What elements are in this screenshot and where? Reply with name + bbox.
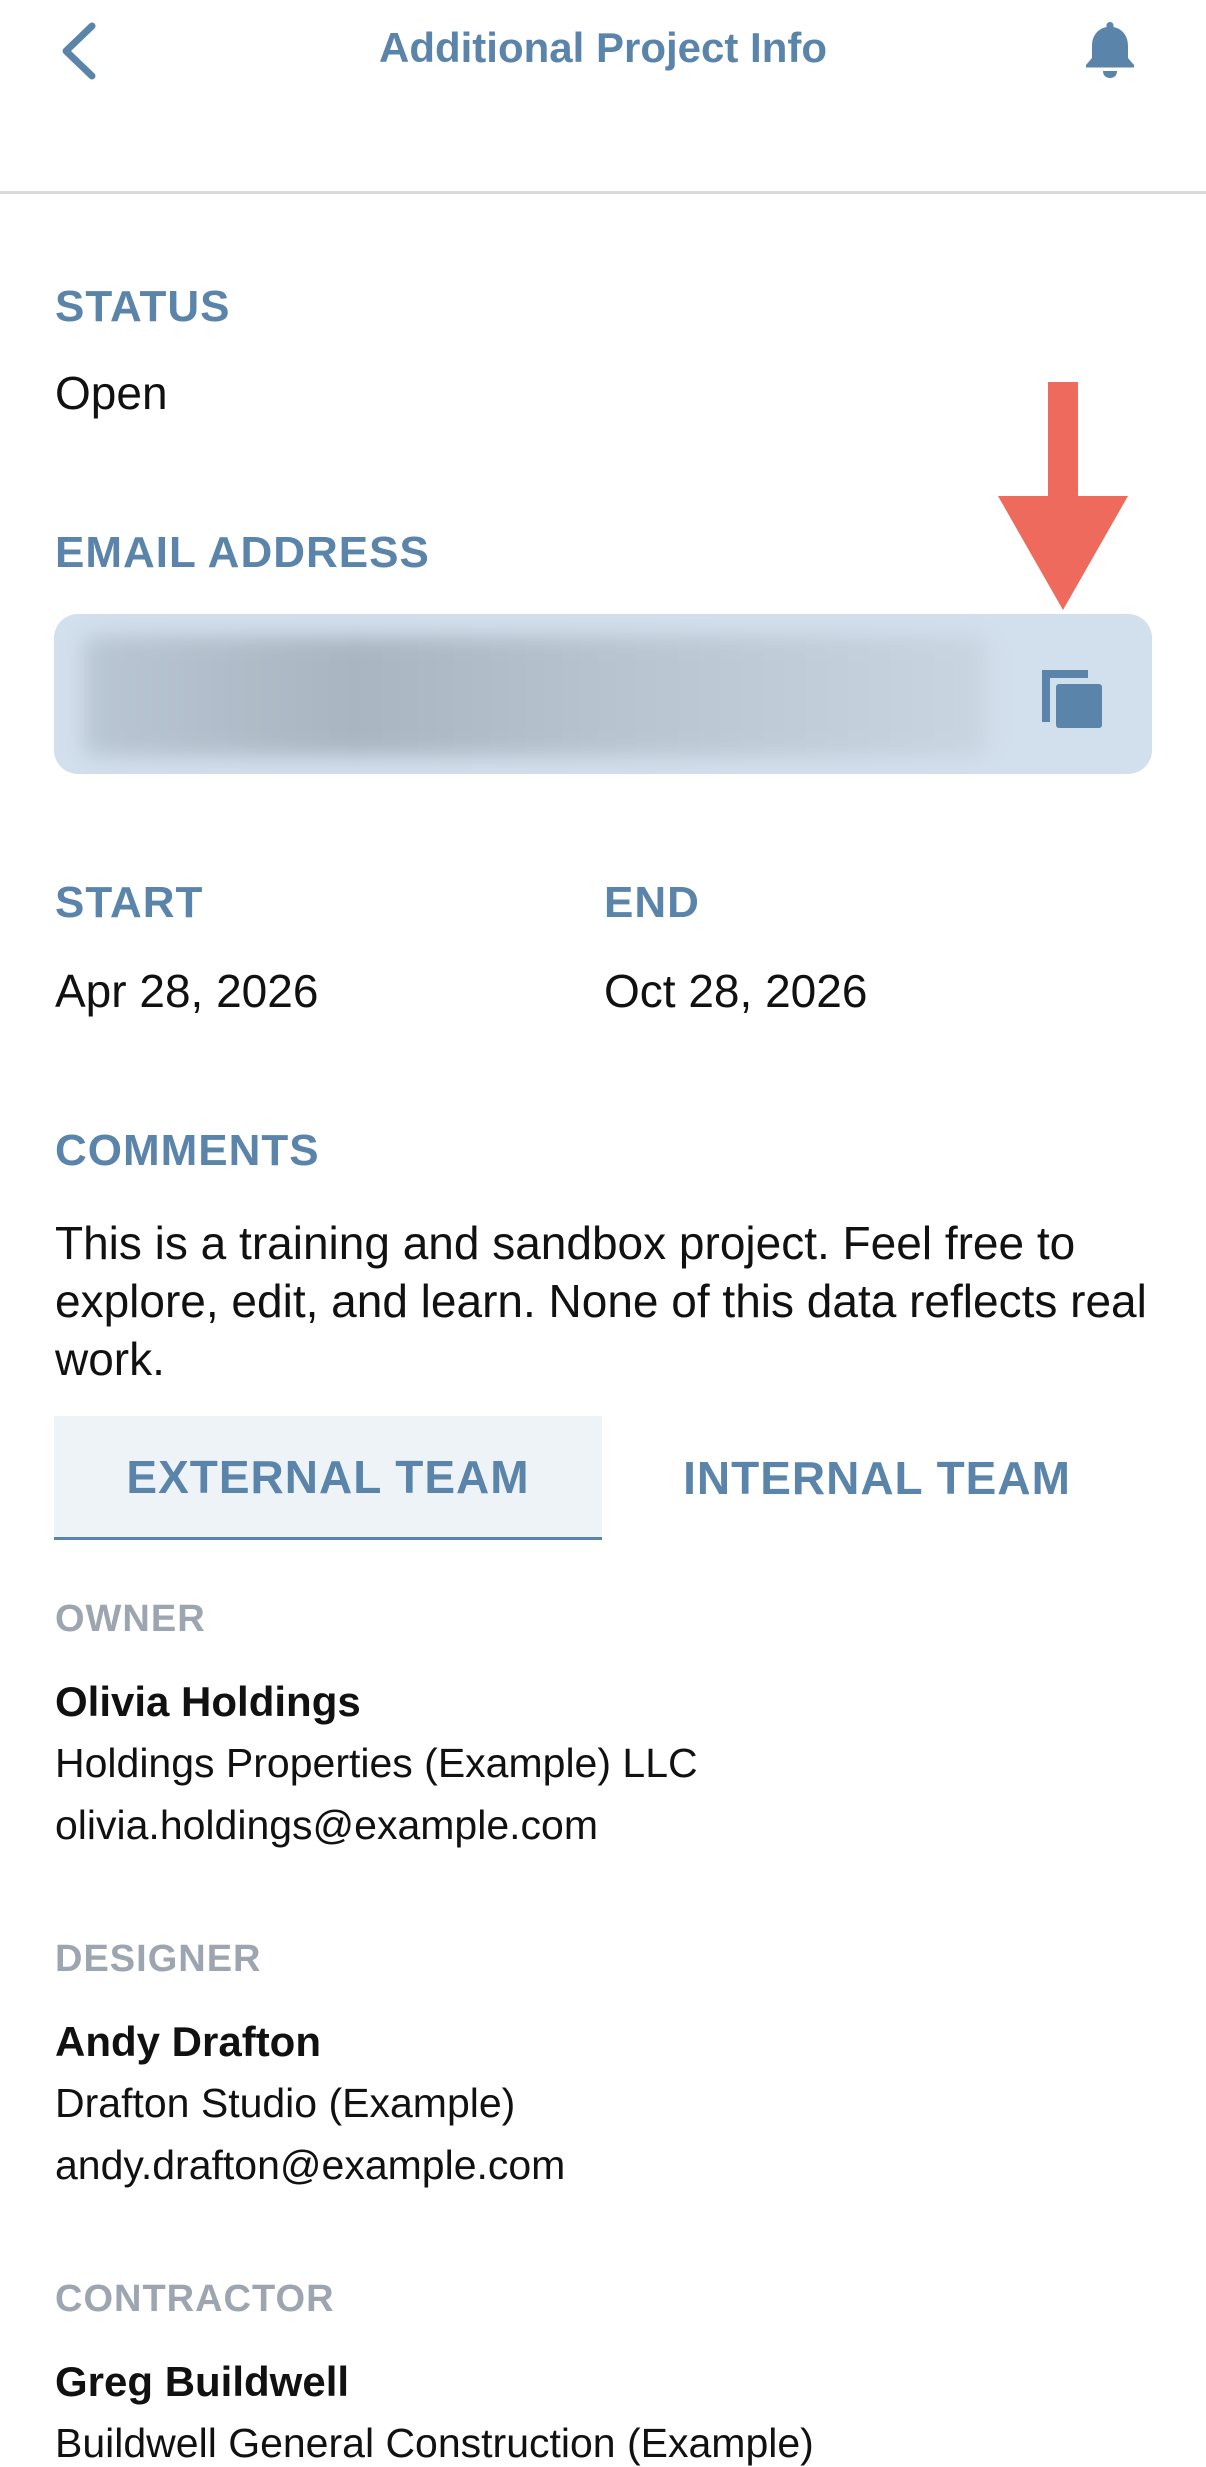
bell-icon xyxy=(1086,22,1134,78)
contractor-name: Greg Buildwell xyxy=(55,2358,350,2405)
redacted-email xyxy=(84,636,986,756)
designer-email-link[interactable]: andy.drafton@example.com xyxy=(55,2142,565,2189)
start-date-label: START xyxy=(55,878,204,927)
tab-internal-team[interactable]: INTERNAL TEAM xyxy=(602,1416,1152,1540)
designer-company: Drafton Studio (Example) xyxy=(55,2080,516,2126)
status-value: Open xyxy=(55,367,168,419)
end-date-value: Oct 28, 2026 xyxy=(604,965,868,1017)
status-label: STATUS xyxy=(55,282,231,331)
designer-role-label: DESIGNER xyxy=(55,1938,262,1980)
comments-text: This is a training and sandbox project. … xyxy=(55,1217,1147,1385)
notifications-button[interactable] xyxy=(1082,18,1138,80)
comments-label: COMMENTS xyxy=(55,1126,320,1175)
email-address-field[interactable] xyxy=(54,614,1152,774)
red-arrow-down-icon xyxy=(998,382,1128,610)
owner-role-label: OWNER xyxy=(55,1598,206,1640)
email-address-label: EMAIL ADDRESS xyxy=(55,528,430,577)
end-date-label: END xyxy=(604,878,700,927)
owner-name: Olivia Holdings xyxy=(55,1678,361,1725)
contractor-company: Buildwell General Construction (Example) xyxy=(55,2420,814,2466)
contractor-role-label: CONTRACTOR xyxy=(55,2278,335,2320)
page-title: Additional Project Info xyxy=(379,24,827,71)
designer-name: Andy Drafton xyxy=(55,2018,321,2065)
copy-icon xyxy=(1042,670,1102,728)
annotation-arrow xyxy=(996,382,1130,612)
copy-email-button[interactable] xyxy=(1036,660,1108,732)
owner-email-link[interactable]: olivia.holdings@example.com xyxy=(55,1802,598,1849)
owner-company: Holdings Properties (Example) LLC xyxy=(55,1740,698,1786)
start-date-value: Apr 28, 2026 xyxy=(55,965,319,1017)
top-nav-bar: Additional Project Info xyxy=(0,0,1206,194)
tab-external-team[interactable]: EXTERNAL TEAM xyxy=(54,1416,602,1540)
